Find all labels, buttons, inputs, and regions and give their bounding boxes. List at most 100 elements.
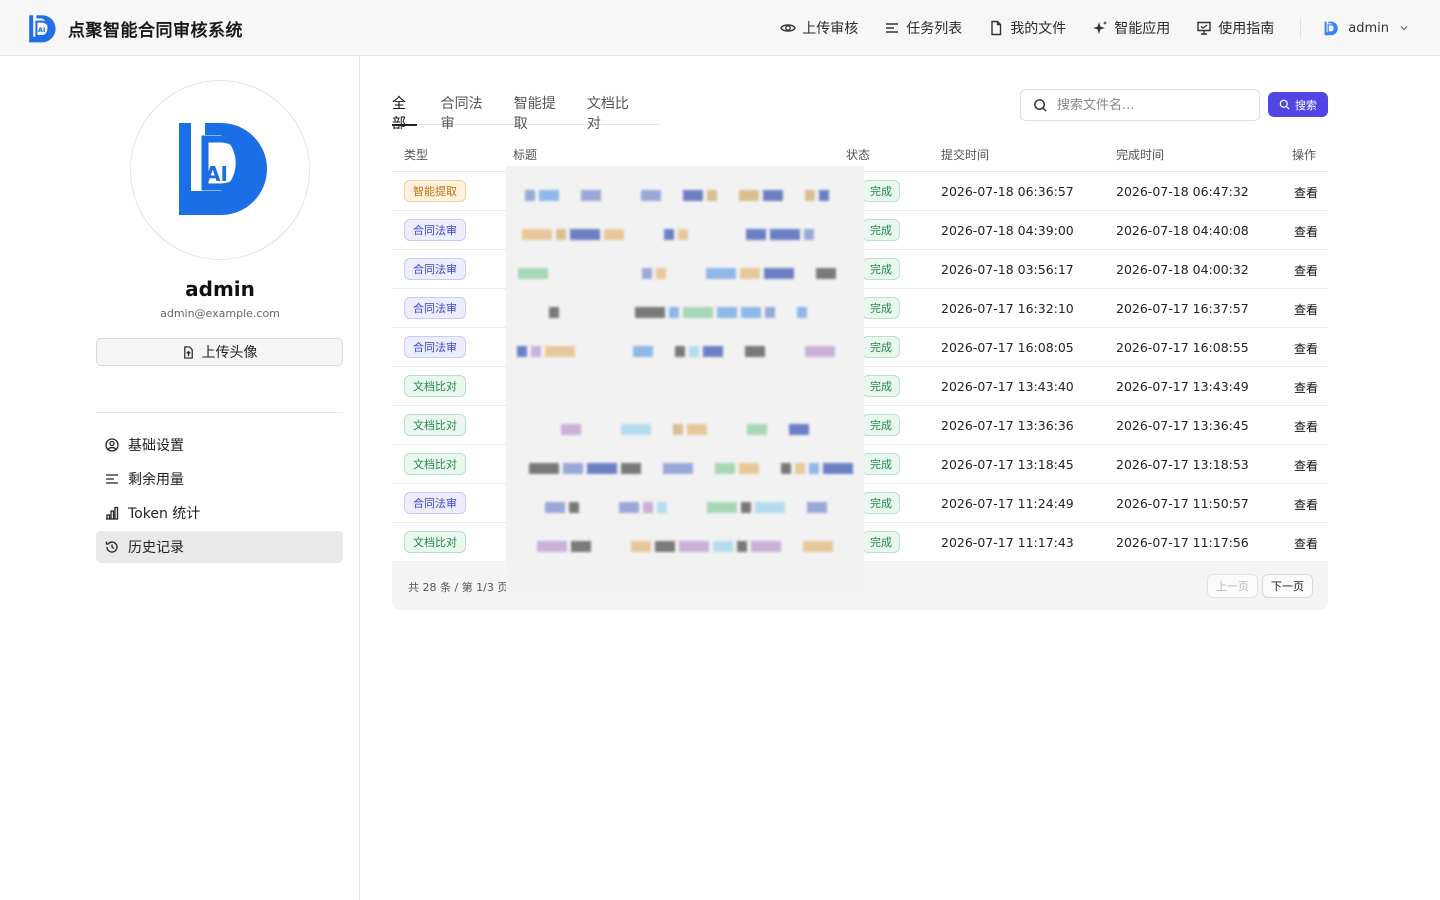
file-upload-icon	[183, 345, 193, 359]
redacted-block	[797, 307, 807, 318]
submitted-time: 2026-07-18 06:36:57	[941, 184, 1074, 199]
redacted-block	[741, 307, 761, 318]
redacted-block	[587, 463, 617, 474]
nav-my-files[interactable]: 我的文件	[988, 18, 1066, 38]
view-link[interactable]: 查看	[1294, 184, 1318, 201]
redacted-block	[642, 268, 652, 279]
brand[interactable]: AI 点聚智能合同审核系统	[26, 12, 243, 44]
search-icon	[1034, 98, 1047, 112]
bar-chart-icon	[106, 506, 119, 520]
sidebar-item-label: 剩余用量	[128, 472, 184, 488]
redacted-block	[675, 346, 685, 357]
view-link[interactable]: 查看	[1294, 262, 1318, 279]
status-badge: 完成	[862, 453, 900, 475]
nav-upload-review[interactable]: 上传审核	[780, 18, 858, 38]
sidebar-item-token-stats[interactable]: Token 统计	[96, 497, 343, 529]
completed-time: 2026-07-17 16:08:55	[1116, 340, 1249, 355]
view-link[interactable]: 查看	[1294, 457, 1318, 474]
redacted-block	[741, 502, 751, 513]
history-icon	[105, 541, 118, 553]
view-link[interactable]: 查看	[1294, 496, 1318, 513]
redacted-block	[747, 424, 767, 435]
svg-text:AI: AI	[205, 162, 228, 186]
redacted-block	[525, 190, 535, 201]
submitted-time: 2026-07-17 13:18:45	[941, 457, 1074, 472]
submitted-time: 2026-07-17 16:08:05	[941, 340, 1074, 355]
view-link[interactable]: 查看	[1294, 535, 1318, 552]
redacted-block	[746, 229, 766, 240]
type-badge: 合同法审	[404, 219, 466, 241]
search-input[interactable]	[1057, 97, 1237, 113]
profile-sidebar: AI admin admin@example.com 上传头像 基础设置 剩余用…	[0, 56, 360, 900]
redacted-block	[631, 541, 651, 552]
tab-doc-compare[interactable]: 文档比对	[587, 84, 636, 132]
redacted-block	[518, 268, 548, 279]
redacted-block	[635, 307, 665, 318]
redacted-block	[569, 502, 579, 513]
view-link[interactable]: 查看	[1294, 418, 1318, 435]
redacted-block	[763, 190, 783, 201]
user-menu[interactable]: admin	[1323, 20, 1410, 36]
sidebar-item-history[interactable]: 历史记录	[96, 531, 343, 563]
sparkle-icon	[1093, 21, 1108, 34]
next-page-button[interactable]: 下一页	[1262, 574, 1313, 598]
redacted-block	[641, 190, 661, 201]
tab-contract-review[interactable]: 合同法审	[441, 84, 490, 132]
status-badge: 完成	[862, 219, 900, 241]
redacted-block	[683, 190, 703, 201]
profile-email: admin@example.com	[160, 307, 280, 320]
redacted-block	[805, 346, 835, 357]
view-link[interactable]: 查看	[1294, 223, 1318, 240]
status-badge: 完成	[862, 336, 900, 358]
redacted-block	[739, 463, 759, 474]
sidebar-item-basic-settings[interactable]: 基础设置	[96, 429, 343, 461]
redacted-block	[633, 346, 653, 357]
type-badge: 文档比对	[404, 375, 466, 397]
col-completed: 完成时间	[1116, 148, 1165, 162]
redacted-block	[604, 229, 624, 240]
redacted-block	[707, 502, 737, 513]
redacted-block	[517, 346, 527, 357]
upload-avatar-button[interactable]: 上传头像	[96, 338, 343, 366]
nav-task-list[interactable]: 任务列表	[884, 18, 962, 38]
list-icon	[886, 23, 899, 33]
submitted-time: 2026-07-17 13:36:36	[941, 418, 1074, 433]
submitted-time: 2026-07-17 11:24:49	[941, 496, 1074, 511]
nav-smart-apps[interactable]: 智能应用	[1092, 18, 1170, 38]
status-badge: 完成	[862, 180, 900, 202]
redacted-block	[809, 463, 819, 474]
view-link[interactable]: 查看	[1294, 301, 1318, 318]
avatar-logo-icon: AI	[179, 123, 267, 215]
redacted-block	[689, 346, 699, 357]
submitted-time: 2026-07-18 03:56:17	[941, 262, 1074, 277]
nav-user-guide[interactable]: 使用指南	[1196, 18, 1274, 38]
type-badge: 智能提取	[404, 180, 466, 202]
tab-smart-extract[interactable]: 智能提取	[514, 84, 563, 132]
status-badge: 完成	[862, 297, 900, 319]
view-link[interactable]: 查看	[1294, 340, 1318, 357]
tab-all[interactable]: 全部	[392, 84, 417, 132]
submitted-time: 2026-07-18 04:39:00	[941, 223, 1074, 238]
completed-time: 2026-07-17 11:17:56	[1116, 535, 1249, 550]
redacted-block	[537, 541, 567, 552]
sidebar-item-remaining-usage[interactable]: 剩余用量	[96, 463, 343, 495]
prev-page-button[interactable]: 上一页	[1207, 574, 1258, 598]
type-badge: 文档比对	[404, 453, 466, 475]
nav-task-list-label: 任务列表	[906, 21, 963, 37]
redacted-block	[740, 268, 760, 279]
search-button[interactable]: 搜索	[1268, 92, 1328, 117]
view-link[interactable]: 查看	[1294, 379, 1318, 396]
redacted-block	[745, 346, 765, 357]
redacted-block	[737, 541, 747, 552]
redacted-block	[657, 502, 667, 513]
nav-divider	[1300, 18, 1302, 38]
app-title: 点聚智能合同审核系统	[68, 20, 243, 41]
type-badge: 合同法审	[404, 297, 466, 319]
type-badge: 文档比对	[404, 414, 466, 436]
search-button-label: 搜索	[1295, 98, 1317, 112]
top-header: AI 点聚智能合同审核系统 上传审核 任务列表 我的文件 智能应用 使用指南 a…	[0, 0, 1440, 56]
redacted-block	[571, 541, 591, 552]
redacted-block	[643, 502, 653, 513]
redacted-block	[706, 268, 736, 279]
redacted-block	[781, 463, 791, 474]
